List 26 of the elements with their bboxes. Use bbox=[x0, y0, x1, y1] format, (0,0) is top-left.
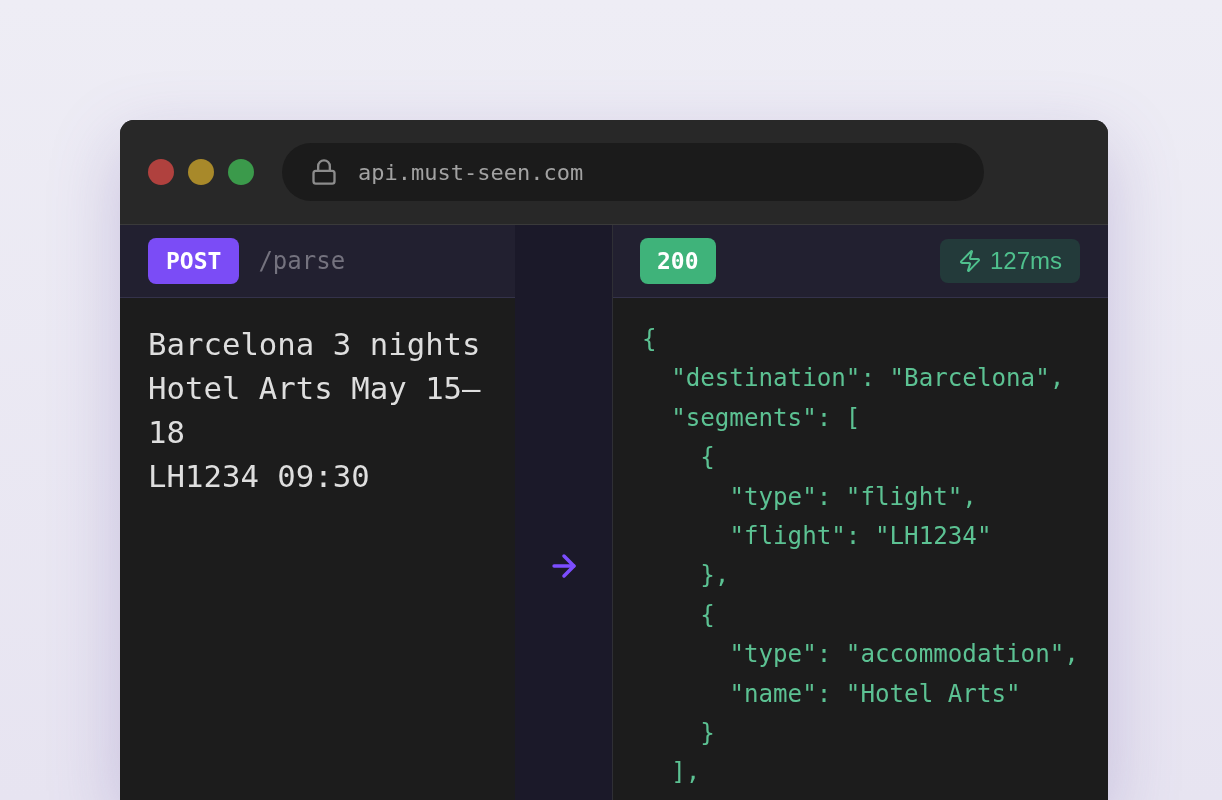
lock-icon bbox=[310, 158, 338, 186]
latency-badge: 127ms bbox=[939, 239, 1080, 283]
endpoint-path: /parse bbox=[258, 247, 346, 275]
status-badge: 200 bbox=[640, 238, 716, 284]
code-line: { bbox=[700, 442, 715, 474]
url-text: api.must-seen.com bbox=[358, 159, 584, 185]
code-line: { bbox=[642, 324, 657, 355]
code-line: "destination": "Barcelona", bbox=[671, 363, 1065, 395]
window-minimize-icon[interactable] bbox=[188, 159, 214, 185]
code-line: { bbox=[700, 599, 715, 631]
method-badge: POST bbox=[148, 238, 240, 284]
window-zoom-icon[interactable] bbox=[228, 159, 254, 185]
code-line: "segments": [ bbox=[671, 402, 861, 434]
code-line: ], bbox=[671, 757, 701, 789]
request-text-line: Hotel Arts May 15–18 bbox=[148, 370, 482, 452]
code-line: }, bbox=[700, 560, 730, 592]
request-text-line: LH1234 09:30 bbox=[148, 458, 370, 496]
lightning-icon bbox=[957, 249, 982, 273]
window-close-icon[interactable] bbox=[148, 159, 174, 185]
code-line: "type": "flight", bbox=[729, 481, 977, 513]
code-line: "name": "Hotel Arts" bbox=[729, 678, 1021, 710]
code-line: "flight": "LH1234" bbox=[729, 521, 992, 553]
request-text-line: Barcelona 3 nights bbox=[148, 326, 481, 364]
code-line: "type": "accommodation", bbox=[729, 639, 1079, 671]
address-bar[interactable]: api.must-seen.com bbox=[282, 143, 984, 201]
code-line: } bbox=[700, 718, 715, 750]
